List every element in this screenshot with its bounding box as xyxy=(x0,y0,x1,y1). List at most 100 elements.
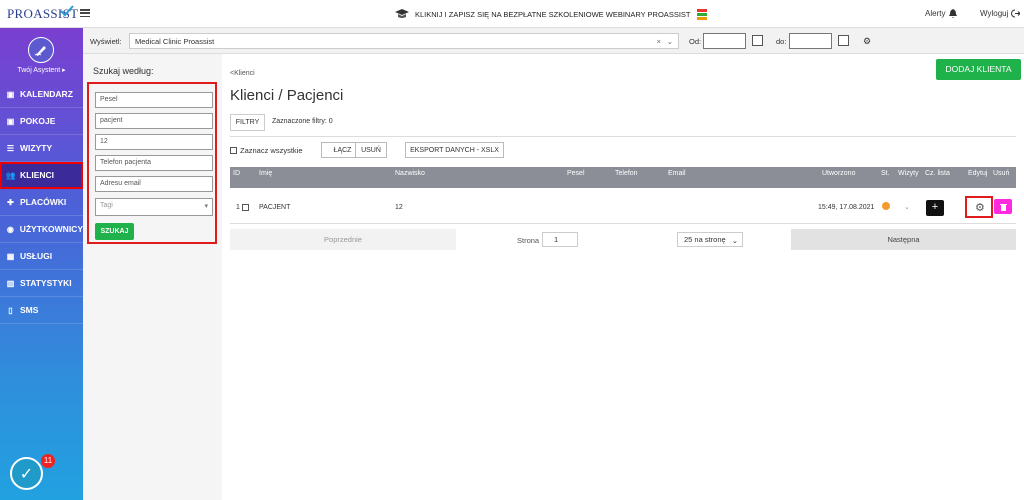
select-all[interactable]: Zaznacz wszystkie xyxy=(230,146,303,155)
to-label: do: xyxy=(776,37,787,46)
calendar-icon: ▣ xyxy=(6,116,15,126)
first-name-field[interactable]: pacjent xyxy=(95,113,213,129)
bar-chart-icon: ▥ xyxy=(6,278,15,288)
divider xyxy=(230,223,1016,224)
col-phone[interactable]: Telefon xyxy=(615,170,638,177)
assistant-widget-button[interactable]: ✓ xyxy=(10,457,43,490)
webinar-banner[interactable]: KLIKNIJ I ZAPISZ SIĘ NA BEZPŁATNE SZKOLE… xyxy=(395,7,707,21)
calendar-icon[interactable] xyxy=(838,35,849,46)
search-button[interactable]: SZUKAJ xyxy=(95,223,134,240)
assistant-avatar[interactable] xyxy=(28,37,54,63)
logout-label: Wyloguj xyxy=(980,9,1009,18)
filter-bar: Wyświetl: Medical Clinic Proassist × ⌄ O… xyxy=(83,28,1024,54)
location-value: Medical Clinic Proassist xyxy=(135,37,215,46)
tags-placeholder: Tagi xyxy=(100,202,113,209)
cell-first-name: PACJENT xyxy=(259,204,291,211)
page-input[interactable]: 1 xyxy=(542,232,578,247)
col-visits: Wizyty xyxy=(898,170,919,177)
trash-icon xyxy=(999,203,1007,211)
settings-icon[interactable]: ⚙ xyxy=(863,36,871,47)
last-name-field[interactable]: 12 xyxy=(95,134,213,150)
divider xyxy=(230,136,1016,137)
calendar-icon[interactable] xyxy=(752,35,763,46)
chevron-down-icon[interactable]: ⌄ xyxy=(667,37,673,46)
col-edit: Edytuj xyxy=(968,170,988,177)
phone-icon: ▯ xyxy=(8,305,13,315)
filters-button[interactable]: FILTRY xyxy=(230,114,265,131)
col-created[interactable]: Utworzono xyxy=(822,170,855,177)
add-client-button[interactable]: DODAJ KLIENTA xyxy=(936,59,1021,80)
col-id[interactable]: ID xyxy=(233,170,240,177)
status-dot xyxy=(882,202,890,210)
check-icon: ✓ xyxy=(19,465,34,483)
edit-highlight: ⚙ xyxy=(965,196,993,218)
sidebar-item-label: UŻYTKOWNICY xyxy=(19,224,83,234)
pagination: Poprzednie Strona 1 25 na stronę ⌄ Nastę… xyxy=(230,229,1016,250)
sidebar-item-uslugi[interactable]: ▦ USŁUGI xyxy=(0,243,83,270)
prev-page-button[interactable]: Poprzednie xyxy=(230,229,456,250)
col-pesel[interactable]: Pesel xyxy=(567,170,585,177)
sidebar-item-label: USŁUGI xyxy=(20,251,53,261)
list-icon: ☰ xyxy=(6,143,15,153)
row-checkbox[interactable] xyxy=(242,204,249,211)
show-label: Wyświetl: xyxy=(90,37,122,46)
sidebar-item-label: KALENDARZ xyxy=(20,89,73,99)
alerts-link[interactable]: Alerty xyxy=(925,9,958,18)
export-xlsx-button[interactable]: EKSPORT DANYCH - XSLX xyxy=(405,142,504,158)
clear-icon[interactable]: × xyxy=(657,37,661,46)
calendar-icon: ▣ xyxy=(6,89,15,99)
table-row[interactable]: 1 PACJENT 12 15:49, 17.08.2021 ⌄ + ⚙ xyxy=(230,195,1016,221)
table-header: ID Imię Nazwisko Pesel Telefon Email Utw… xyxy=(230,167,1016,188)
location-select[interactable]: Medical Clinic Proassist × ⌄ xyxy=(129,33,679,49)
page-label: Strona xyxy=(517,236,540,245)
chevron-down-icon: ⌄ xyxy=(731,236,738,245)
chevron-down-icon[interactable]: ⌄ xyxy=(904,203,910,211)
search-title: Szukaj według: xyxy=(93,66,154,76)
user-plus-icon: ✚ xyxy=(7,197,14,207)
col-first-name[interactable]: Imię xyxy=(259,170,272,177)
sidebar-item-statystyki[interactable]: ▥ STATYSTYKI xyxy=(0,270,83,297)
date-from-input[interactable] xyxy=(703,33,746,49)
banner-text: KLIKNIJ I ZAPISZ SIĘ NA BEZPŁATNE SZKOLE… xyxy=(415,9,691,19)
select-all-checkbox[interactable] xyxy=(230,147,237,154)
menu-icon[interactable] xyxy=(80,9,90,18)
sidebar-item-label: STATYSTYKI xyxy=(20,278,72,288)
next-page-button[interactable]: Następna xyxy=(791,229,1016,250)
cell-last-name: 12 xyxy=(395,204,403,211)
add-to-list-button[interactable]: + xyxy=(926,200,944,216)
sidebar-item-uzytkownicy[interactable]: ◉ UŻYTKOWNICY xyxy=(0,216,83,243)
sidebar-nav: ▣ KALENDARZ ▣ POKOJE ☰ WIZYTY 👥 KLIENCI ✚ PLA… xyxy=(0,81,83,324)
sidebar-item-kalendarz[interactable]: ▣ KALENDARZ xyxy=(0,81,83,108)
delete-row-button[interactable] xyxy=(994,199,1012,214)
logout-link[interactable]: Wyloguj xyxy=(980,9,1021,18)
sidebar-item-label: POKOJE xyxy=(20,116,56,126)
date-to-input[interactable] xyxy=(789,33,832,49)
grid-icon: ▦ xyxy=(6,251,15,261)
sidebar-item-sms[interactable]: ▯ SMS xyxy=(0,297,83,324)
pesel-field[interactable]: Pesel xyxy=(95,92,213,108)
back-link[interactable]: <Klienci xyxy=(230,70,255,77)
edit-gear-icon[interactable]: ⚙ xyxy=(975,201,985,214)
assistant-link[interactable]: Twój Asystent ▸ xyxy=(0,66,83,74)
tags-select[interactable]: Tagi ▾ xyxy=(95,198,213,216)
email-field[interactable]: Adresu email xyxy=(95,176,213,192)
sidebar-item-label: PLACÓWKI xyxy=(20,197,67,207)
caret-down-icon: ▾ xyxy=(204,203,208,210)
notification-badge: 11 xyxy=(41,454,55,468)
cell-id: 1 xyxy=(236,204,240,211)
phone-field[interactable]: Telefon pacjenta xyxy=(95,155,213,171)
sidebar-item-placowki[interactable]: ✚ PLACÓWKI xyxy=(0,189,83,216)
sidebar-item-pokoje[interactable]: ▣ POKOJE xyxy=(0,108,83,135)
delete-selected-button[interactable]: USUŃ xyxy=(355,142,387,158)
top-bar: PROASSIST KLIKNIJ I ZAPISZ SIĘ NA BEZPŁA… xyxy=(0,0,1024,28)
col-email[interactable]: Email xyxy=(668,170,686,177)
user-circle-icon: ◉ xyxy=(6,224,14,234)
sidebar-item-wizyty[interactable]: ☰ WIZYTY xyxy=(0,135,83,162)
page-title: Klienci / Pacjenci xyxy=(230,87,344,104)
col-delete: Usuń xyxy=(993,170,1010,177)
sidebar-item-label: WIZYTY xyxy=(20,143,53,153)
logout-icon xyxy=(1011,9,1021,18)
sidebar-item-klienci[interactable]: 👥 KLIENCI xyxy=(0,162,83,189)
col-last-name[interactable]: Nazwisko xyxy=(395,170,425,177)
per-page-select[interactable]: 25 na stronę ⌄ xyxy=(677,232,743,247)
